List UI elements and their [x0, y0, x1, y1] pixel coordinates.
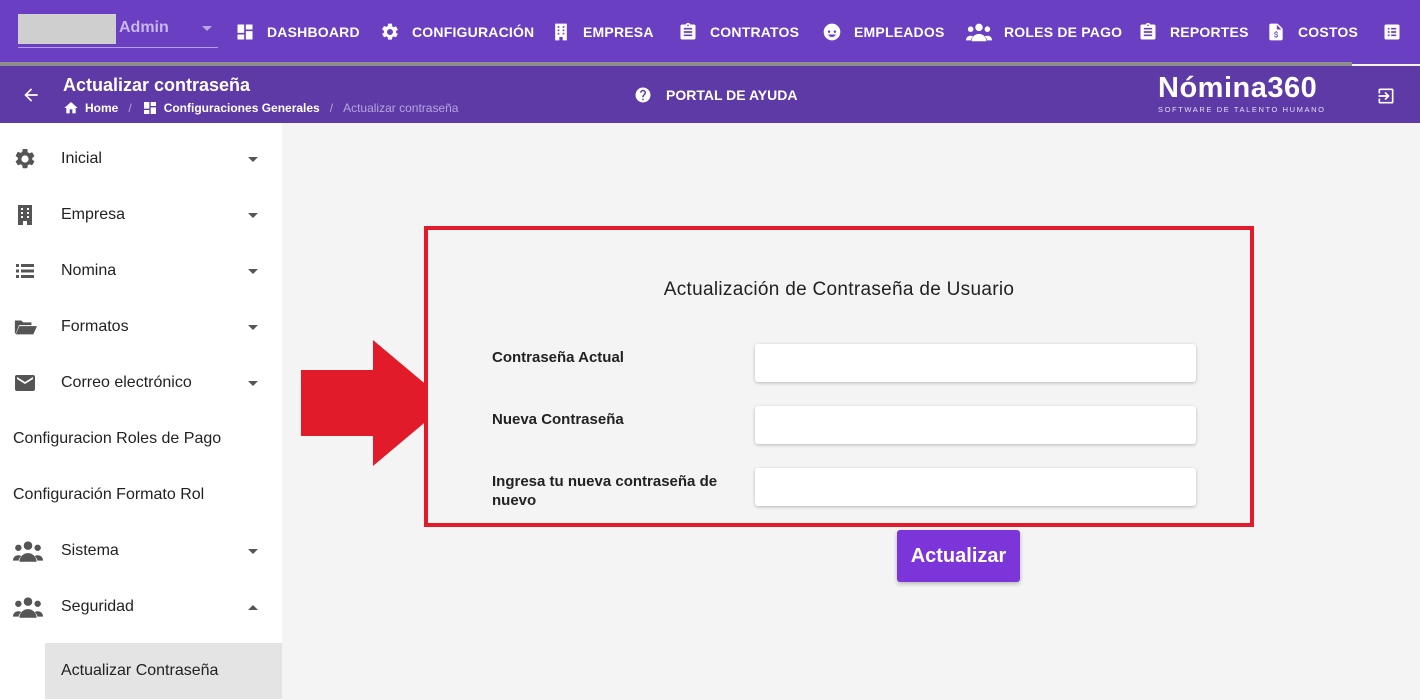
nav-contratos[interactable]: CONTRATOS — [678, 0, 799, 64]
logout-button[interactable] — [1376, 86, 1396, 111]
update-button[interactable]: Actualizar — [897, 530, 1020, 582]
brand-logo: Nómina360 SOFTWARE DE TALENTO HUMANO — [1158, 72, 1326, 114]
building-icon — [555, 23, 567, 41]
sidebar-item-config-roles-pago[interactable]: Configuracion Roles de Pago — [0, 411, 282, 467]
nav-costos-label: COSTOS — [1298, 24, 1359, 40]
sidebar-item-nomina[interactable]: Nomina — [0, 243, 282, 299]
chevron-down-icon — [202, 26, 212, 31]
back-button[interactable] — [21, 85, 41, 110]
nav-configuracion-label: CONFIGURACIÓN — [412, 24, 535, 40]
nav-costos[interactable]: COSTOS — [1266, 0, 1358, 64]
gear-icon — [382, 23, 398, 40]
sidebar-item-inicial[interactable]: Inicial — [0, 131, 282, 187]
nav-empresa-label: EMPRESA — [583, 24, 654, 40]
sidebar-item-seguridad[interactable]: Seguridad — [0, 579, 282, 635]
arrow-left-icon — [24, 88, 38, 102]
invoice-icon — [1269, 23, 1283, 41]
nav-more[interactable] — [1382, 0, 1402, 64]
nav-roles-de-pago-label: ROLES DE PAGO — [1004, 24, 1123, 40]
nav-empresa[interactable]: EMPRESA — [551, 0, 654, 64]
dashboard-icon — [143, 102, 156, 114]
help-portal-link[interactable]: PORTAL DE AYUDA — [634, 86, 797, 104]
form-title: Actualización de Contraseña de Usuario — [663, 279, 1015, 300]
dashboard-icon — [237, 24, 253, 40]
nav-contratos-label: CONTRATOS — [710, 24, 800, 40]
chevron-down-icon — [248, 548, 258, 554]
new-password-input[interactable] — [755, 406, 1196, 444]
sidebar-item-sistema[interactable]: Sistema — [0, 523, 282, 579]
chevron-down-icon — [248, 212, 258, 218]
people-icon — [13, 541, 43, 562]
home-icon — [64, 102, 78, 114]
chevron-down-icon — [248, 324, 258, 330]
sidebar-item-correo[interactable]: Correo electrónico — [0, 355, 282, 411]
gear-icon — [15, 148, 35, 169]
confirm-password-input[interactable] — [755, 468, 1196, 506]
nav-roles-de-pago[interactable]: ROLES DE PAGO — [966, 0, 1122, 64]
sidebar-subitem-actualizar-contrasena[interactable]: Actualizar Contraseña — [45, 643, 282, 699]
list-box-icon — [1384, 24, 1400, 40]
new-password-label: Nueva Contraseña — [492, 411, 624, 428]
folder-open-icon — [14, 320, 38, 335]
help-circle-icon — [635, 87, 651, 103]
chevron-down-icon — [248, 156, 258, 162]
breadcrumb-current: Actualizar contraseña — [343, 101, 459, 115]
chevron-down-icon — [248, 268, 258, 274]
password-update-form: Actualización de Contraseña de Usuario C… — [424, 226, 1254, 527]
breadcrumb-home[interactable]: Home — [63, 100, 118, 116]
building-icon — [18, 205, 32, 225]
sidebar-item-empresa[interactable]: Empresa — [0, 187, 282, 243]
chevron-down-icon — [248, 380, 258, 386]
nav-reportes[interactable]: REPORTES — [1138, 0, 1249, 64]
nav-empleados-label: EMPLEADOS — [854, 24, 945, 40]
breadcrumb-section[interactable]: Configuraciones Generales — [142, 100, 320, 116]
top-navbar: Admin DASHBOARD CONFIGURACIÓN EMPRESA CO… — [0, 0, 1420, 66]
people-icon — [13, 597, 43, 618]
face-icon — [823, 23, 841, 41]
people-icon — [966, 23, 992, 42]
sidebar-item-config-formato-rol[interactable]: Configuración Formato Rol — [0, 467, 282, 523]
nav-reportes-label: REPORTES — [1170, 24, 1249, 40]
current-password-label: Contraseña Actual — [492, 349, 624, 366]
confirm-password-label: Ingresa tu nueva contraseña de nuevo — [492, 473, 718, 509]
user-avatar-placeholder — [18, 14, 116, 44]
mail-icon — [15, 375, 35, 391]
current-password-input[interactable] — [755, 344, 1196, 382]
nav-configuracion[interactable]: CONFIGURACIÓN — [380, 0, 534, 64]
clipboard-icon — [680, 22, 696, 40]
page-title: Actualizar contraseña — [63, 75, 251, 95]
chevron-up-icon — [248, 604, 258, 610]
nav-empleados[interactable]: EMPLEADOS — [822, 0, 944, 64]
sidebar-item-formatos[interactable]: Formatos — [0, 299, 282, 355]
page-header: Actualizar contraseña Home / Configuraci… — [0, 66, 1420, 123]
clipboard-icon — [1140, 22, 1156, 40]
user-name: Admin — [119, 19, 169, 36]
list-icon — [16, 264, 34, 278]
sidebar: Inicial Empresa Nomina Formatos Correo e… — [0, 123, 282, 700]
logout-icon — [1378, 88, 1394, 104]
user-select[interactable]: Admin — [18, 12, 218, 48]
breadcrumb: Home / Configuraciones Generales / Actua… — [63, 100, 458, 116]
nav-dashboard-label: DASHBOARD — [267, 24, 360, 40]
nav-dashboard[interactable]: DASHBOARD — [235, 0, 360, 64]
